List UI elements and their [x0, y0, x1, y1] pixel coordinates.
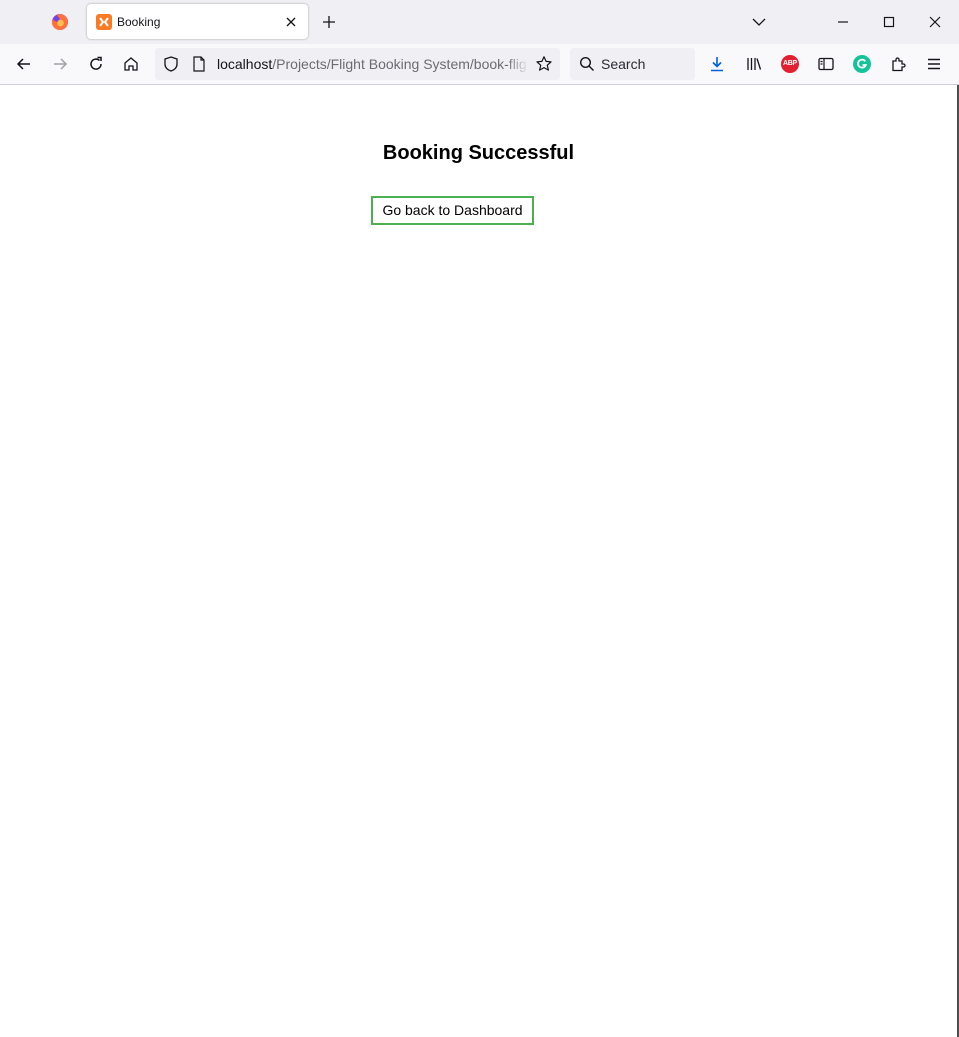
tab-booking[interactable]: Booking	[87, 4, 308, 39]
xampp-favicon-icon	[96, 14, 112, 30]
page-icon[interactable]	[190, 55, 208, 73]
adblock-icon[interactable]: ABP	[781, 55, 799, 73]
home-icon[interactable]	[122, 55, 140, 73]
page-title: Booking Successful	[382, 142, 575, 164]
back-arrow-icon[interactable]	[15, 55, 33, 73]
forward-arrow-icon[interactable]	[51, 55, 69, 73]
navigation-toolbar: localhost/Projects/Flight Booking System…	[0, 44, 959, 85]
address-bar[interactable]: localhost/Projects/Flight Booking System…	[155, 48, 560, 80]
tab-strip: Booking	[0, 0, 959, 44]
url-host: localhost	[217, 56, 273, 72]
window-close-icon[interactable]	[927, 14, 943, 30]
sidebar-icon[interactable]	[817, 55, 835, 73]
library-icon[interactable]	[745, 55, 763, 73]
url-path: /Projects/Flight Booking System/book-fli…	[272, 56, 527, 72]
reload-icon[interactable]	[87, 55, 105, 73]
search-placeholder: Search	[601, 56, 646, 72]
minimize-icon[interactable]	[835, 14, 851, 30]
star-icon[interactable]	[535, 55, 553, 73]
back-to-dashboard-button[interactable]: Go back to Dashboard	[371, 196, 534, 225]
shield-icon[interactable]	[162, 55, 180, 73]
search-box[interactable]: Search	[570, 48, 695, 80]
maximize-icon[interactable]	[881, 14, 897, 30]
chevron-down-icon[interactable]	[751, 14, 767, 30]
grammarly-icon[interactable]	[853, 55, 871, 73]
extensions-icon[interactable]	[889, 55, 907, 73]
url-text[interactable]: localhost/Projects/Flight Booking System…	[217, 56, 527, 73]
search-icon	[579, 56, 594, 71]
page-content: Booking Successful Go back to Dashboard	[0, 85, 959, 1037]
download-icon[interactable]	[708, 55, 726, 73]
tab-title: Booking	[117, 15, 161, 29]
close-icon[interactable]	[284, 15, 298, 29]
plus-icon[interactable]	[321, 14, 337, 30]
menu-icon[interactable]	[925, 55, 943, 73]
url-fade	[507, 54, 529, 74]
firefox-logo-icon[interactable]	[51, 13, 69, 31]
